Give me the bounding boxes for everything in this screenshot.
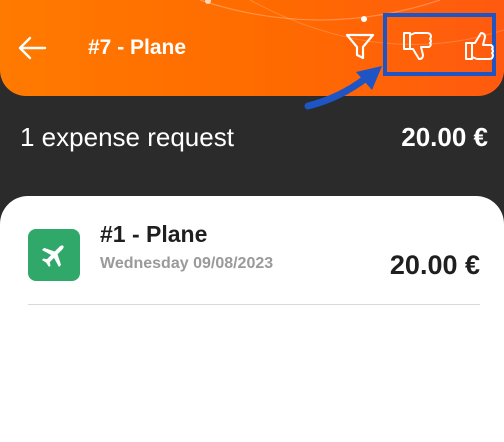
request-count-label: 1 expense request — [20, 122, 234, 152]
decorative-dot — [361, 16, 367, 22]
filter-icon — [345, 33, 375, 60]
annotation-arrow — [304, 66, 382, 110]
expense-title: #1 - Plane — [100, 221, 208, 247]
arrow-left-icon — [18, 36, 47, 60]
plane-icon — [41, 245, 64, 268]
reject-button[interactable] — [398, 26, 438, 66]
back-button[interactable] — [14, 30, 50, 66]
list-divider — [28, 304, 480, 305]
category-tile — [28, 229, 80, 281]
approve-button[interactable] — [460, 26, 500, 66]
page-title: #7 - Plane — [88, 36, 187, 59]
expense-request-screen: #7 - Plane 1 expense request 20.00 € #1 … — [0, 0, 504, 442]
thumbs-up-icon — [465, 32, 494, 60]
thumbs-down-icon — [403, 32, 432, 60]
expense-date: Wednesday 09/08/2023 — [100, 255, 274, 272]
expense-amount: 20.00 € — [389, 250, 480, 280]
filter-button[interactable] — [342, 28, 378, 64]
request-total-amount: 20.00 € — [401, 122, 488, 152]
